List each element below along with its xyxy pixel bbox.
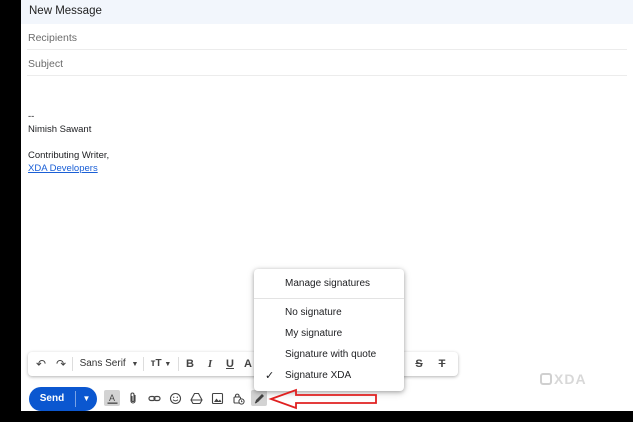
subject-field[interactable]: Subject (27, 50, 627, 76)
send-button[interactable]: Send ▼ (29, 387, 97, 411)
clear-formatting-icon[interactable]: T (434, 352, 450, 376)
chevron-down-icon: ▼ (131, 361, 139, 368)
watermark-mark-icon (540, 373, 552, 385)
italic-icon[interactable]: I (202, 352, 218, 376)
signature-delimiter: -- (28, 111, 35, 122)
menu-item-label: My signature (285, 328, 343, 339)
menu-item-label: Signature XDA (285, 370, 352, 381)
manage-signatures-item[interactable]: Manage signatures (254, 274, 404, 294)
menu-item-no-signature[interactable]: No signature (254, 303, 404, 323)
compose-title: New Message (21, 0, 633, 24)
menu-item-signature-xda[interactable]: ✓ Signature XDA (254, 366, 404, 386)
message-body[interactable]: -- Nimish Sawant Contributing Writer, XD… (21, 76, 633, 175)
undo-icon[interactable]: ↶ (34, 352, 48, 376)
signature-company-link[interactable]: XDA Developers (28, 162, 633, 175)
signature-name: Nimish Sawant (28, 124, 92, 135)
strikethrough-icon[interactable]: S (411, 352, 427, 376)
underline-icon[interactable]: U (222, 352, 238, 376)
watermark-text: XDA (554, 371, 587, 387)
redo-icon[interactable]: ↷ (54, 352, 68, 376)
text-format-icon[interactable]: A (104, 390, 120, 406)
lock-clock-icon[interactable] (230, 390, 246, 406)
font-family-value: Sans Serif (79, 358, 126, 369)
menu-item-label: No signature (285, 307, 342, 318)
checkmark-icon: ✓ (265, 370, 275, 382)
font-size-icon: тT (150, 358, 162, 369)
text-color-icon[interactable]: A (242, 352, 254, 376)
drive-icon[interactable] (188, 390, 204, 406)
chevron-down-icon: ▼ (164, 361, 172, 368)
svg-text:A: A (109, 393, 115, 403)
signature-role: Contributing Writer, (28, 150, 110, 161)
photo-icon[interactable] (209, 390, 225, 406)
xda-watermark-logo: XDA (540, 371, 587, 387)
annotation-arrow (268, 388, 377, 410)
font-family-select[interactable]: Sans Serif ▼ (78, 352, 140, 376)
menu-item-label: Signature with quote (285, 349, 377, 360)
toolbar-divider (143, 357, 144, 371)
emoji-icon[interactable] (167, 390, 183, 406)
toolbar-divider (178, 357, 179, 371)
toolbar-divider (72, 357, 73, 371)
menu-item-signature-with-quote[interactable]: Signature with quote (254, 345, 404, 365)
attach-icon[interactable] (125, 390, 141, 406)
link-icon[interactable] (146, 390, 162, 406)
schedule-send-chevron-icon[interactable]: ▼ (76, 387, 97, 411)
recipients-field[interactable]: Recipients (27, 24, 627, 50)
menu-divider (254, 298, 404, 299)
send-label: Send (39, 393, 65, 404)
signature-menu: Manage signatures No signature My signat… (254, 269, 404, 391)
pen-icon[interactable] (251, 390, 267, 406)
menu-item-my-signature[interactable]: My signature (254, 324, 404, 344)
bold-icon[interactable]: B (182, 352, 198, 376)
font-size-select[interactable]: тT ▼ (147, 352, 175, 376)
